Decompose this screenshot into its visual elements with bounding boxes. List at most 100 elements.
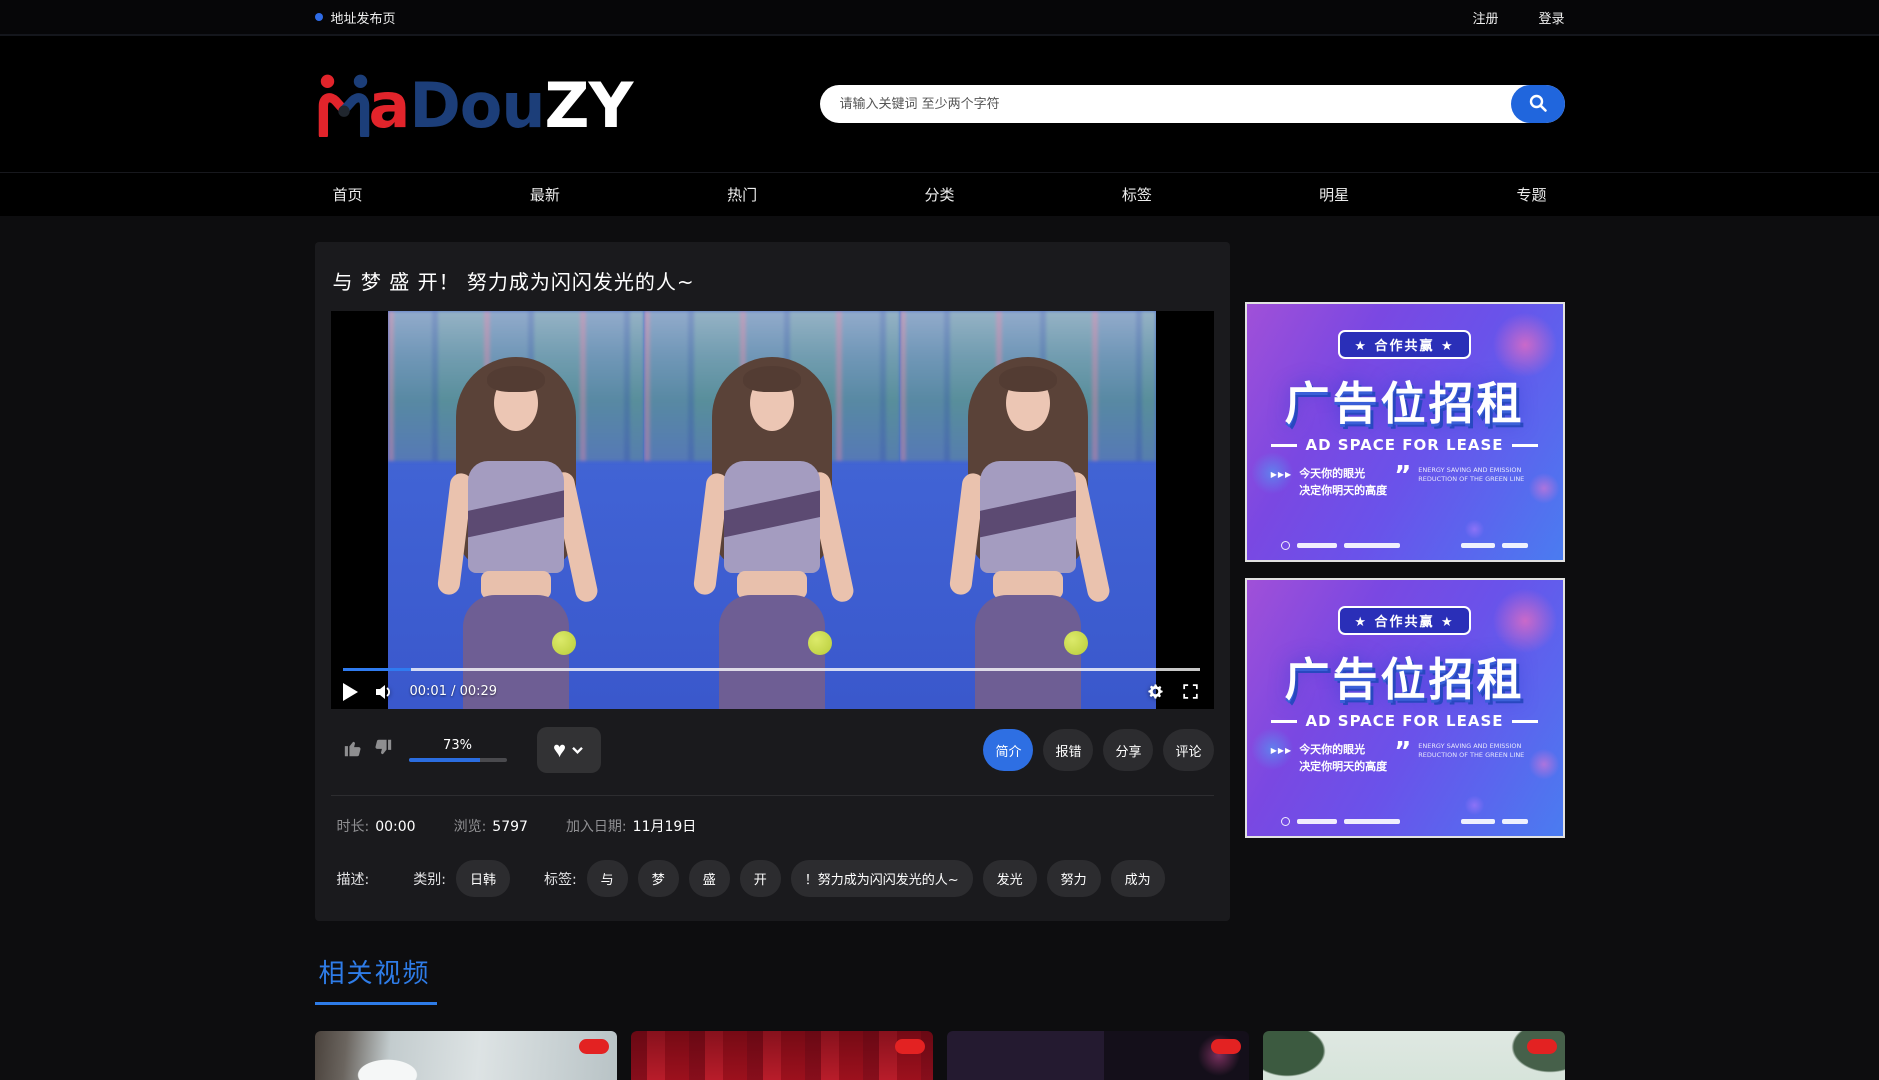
seek-bar[interactable] xyxy=(343,668,1200,671)
player-controls: 00:01 / 00:29 xyxy=(343,668,1200,701)
related-video-thumbnail[interactable] xyxy=(315,1031,617,1080)
video-frame xyxy=(644,311,900,709)
date-added-label: 加入日期: xyxy=(566,819,627,835)
time-display: 00:01 / 00:29 xyxy=(410,684,498,699)
main-nav: 首页 最新 热门 分类 标签 明星 专题 xyxy=(0,172,1879,216)
category-pill[interactable]: 日韩 xyxy=(456,860,510,897)
related-videos-section: 相关视频 xyxy=(315,953,1565,1080)
tag-pill[interactable]: ！努力成为闪闪发光的人~ xyxy=(791,860,973,897)
ad-badge: ★ 合作共赢 ★ xyxy=(1338,330,1470,359)
video-title: 与 梦 盛 开！ 努力成为闪闪发光的人~ xyxy=(333,266,1214,295)
ad-subtitle: AD SPACE FOR LEASE xyxy=(1305,436,1503,454)
thumbs-up-icon[interactable] xyxy=(343,737,365,763)
video-detail-card: 与 梦 盛 开！ 努力成为闪闪发光的人~ xyxy=(315,242,1230,921)
views-value: 5797 xyxy=(492,819,528,835)
ad-contact-strip xyxy=(1281,817,1528,826)
tag-pill[interactable]: 盛 xyxy=(689,860,730,897)
duration-badge xyxy=(1527,1039,1557,1054)
logo-handshake-m-icon xyxy=(315,71,369,137)
tags-label: 标签: xyxy=(544,869,577,889)
related-video-thumbnail[interactable] xyxy=(1263,1031,1565,1080)
video-tags-row: 描述: 类别: 日韩 标签: 与 梦 盛 开 ！努力成为闪闪发光的人~ 发光 努… xyxy=(337,860,1214,897)
duration-badge xyxy=(895,1039,925,1054)
description-label: 描述: xyxy=(337,869,370,889)
ad-slogan-line2: 决定你明天的高度 xyxy=(1299,760,1387,773)
nav-item-categories[interactable]: 分类 xyxy=(924,184,954,205)
ad-small-text: ENERGY SAVING AND EMISSION REDUCTION OF … xyxy=(1418,466,1538,484)
phone-icon xyxy=(1281,817,1290,826)
address-page-link[interactable]: 地址发布页 xyxy=(315,8,396,27)
main-content: 与 梦 盛 开！ 努力成为闪闪发光的人~ xyxy=(315,216,1565,921)
search-icon xyxy=(1528,93,1548,116)
logo-text-dou: Dou xyxy=(409,75,544,137)
arrows-icon: ▶▶▶ xyxy=(1271,466,1292,479)
blue-dot-icon xyxy=(315,13,323,21)
settings-gear-icon[interactable] xyxy=(1146,682,1165,701)
like-bar-fill xyxy=(409,758,481,762)
tag-pill[interactable]: 成为 xyxy=(1111,860,1165,897)
video-actions-row: 73% ♥ 简介 报错 分享 评论 xyxy=(331,727,1214,773)
tag-pill[interactable]: 发光 xyxy=(983,860,1037,897)
card-divider xyxy=(331,795,1214,796)
ad-slogan-line1: 今天你的眼光 xyxy=(1299,467,1365,480)
tag-pill[interactable]: 与 xyxy=(587,860,628,897)
video-frame-strip xyxy=(388,311,1156,709)
nav-item-stars[interactable]: 明星 xyxy=(1319,184,1349,205)
like-ratio-bar xyxy=(409,758,507,762)
related-video-thumbnail[interactable] xyxy=(631,1031,933,1080)
nav-item-topics[interactable]: 专题 xyxy=(1516,184,1546,205)
nav-item-tags[interactable]: 标签 xyxy=(1122,184,1152,205)
tab-report[interactable]: 报错 xyxy=(1043,729,1093,771)
tag-pill[interactable]: 梦 xyxy=(638,860,679,897)
duration-badge xyxy=(579,1039,609,1054)
category-label: 类别: xyxy=(413,869,446,889)
nav-item-home[interactable]: 首页 xyxy=(333,184,363,205)
thumbs-down-icon[interactable] xyxy=(371,737,393,763)
fullscreen-icon[interactable] xyxy=(1181,682,1200,701)
site-header: a Dou ZY xyxy=(0,36,1879,172)
like-ratio: 73% xyxy=(409,738,507,762)
tag-pill[interactable]: 努力 xyxy=(1047,860,1101,897)
video-frame xyxy=(388,311,644,709)
duration-value: 00:00 xyxy=(375,819,415,835)
quote-icon: ” xyxy=(1394,466,1411,487)
play-button[interactable] xyxy=(343,683,358,701)
sidebar: ★ 合作共赢 ★ 广告位招租 AD SPACE FOR LEASE ▶▶▶ 今天… xyxy=(1245,242,1565,854)
related-videos-heading: 相关视频 xyxy=(315,953,437,1005)
related-video-thumbnail[interactable] xyxy=(947,1031,1249,1080)
ad-subtitle: AD SPACE FOR LEASE xyxy=(1305,712,1503,730)
login-link[interactable]: 登录 xyxy=(1538,8,1564,27)
search-input[interactable] xyxy=(820,85,1565,123)
ad-slogan-line2: 决定你明天的高度 xyxy=(1299,484,1387,497)
tag-pill[interactable]: 开 xyxy=(740,860,781,897)
ad-banner[interactable]: ★ 合作共赢 ★ 广告位招租 AD SPACE FOR LEASE ▶▶▶ 今天… xyxy=(1245,578,1565,838)
ad-slogan-line1: 今天你的眼光 xyxy=(1299,743,1365,756)
duration-label: 时长: xyxy=(337,819,370,835)
ad-contact-strip xyxy=(1281,541,1528,550)
arrows-icon: ▶▶▶ xyxy=(1271,742,1292,755)
favorite-button[interactable]: ♥ xyxy=(537,727,601,773)
ad-title: 广告位招租 xyxy=(1284,643,1524,708)
quote-icon: ” xyxy=(1394,742,1411,763)
volume-icon[interactable] xyxy=(374,683,394,701)
date-added-value: 11月19日 xyxy=(633,819,697,835)
like-percent-label: 73% xyxy=(409,738,507,753)
tab-share[interactable]: 分享 xyxy=(1103,729,1153,771)
heart-icon: ♥ xyxy=(553,739,566,761)
phone-icon xyxy=(1281,541,1290,550)
nav-item-hot[interactable]: 热门 xyxy=(727,184,757,205)
nav-item-latest[interactable]: 最新 xyxy=(530,184,560,205)
tab-comments[interactable]: 评论 xyxy=(1163,729,1213,771)
video-frame xyxy=(900,311,1156,709)
ad-banner[interactable]: ★ 合作共赢 ★ 广告位招租 AD SPACE FOR LEASE ▶▶▶ 今天… xyxy=(1245,302,1565,562)
site-logo[interactable]: a Dou ZY xyxy=(315,71,633,137)
views-label: 浏览: xyxy=(454,819,487,835)
logo-text-zy: ZY xyxy=(545,75,633,137)
tab-intro[interactable]: 简介 xyxy=(983,729,1033,771)
search-button[interactable] xyxy=(1511,85,1565,123)
video-player[interactable]: 00:01 / 00:29 xyxy=(331,311,1214,709)
video-meta-row: 时长: 00:00 浏览: 5797 加入日期: 11月19日 xyxy=(337,816,1214,836)
player-progress-played xyxy=(343,668,412,671)
register-link[interactable]: 注册 xyxy=(1472,8,1498,27)
chevron-down-icon xyxy=(571,743,584,758)
